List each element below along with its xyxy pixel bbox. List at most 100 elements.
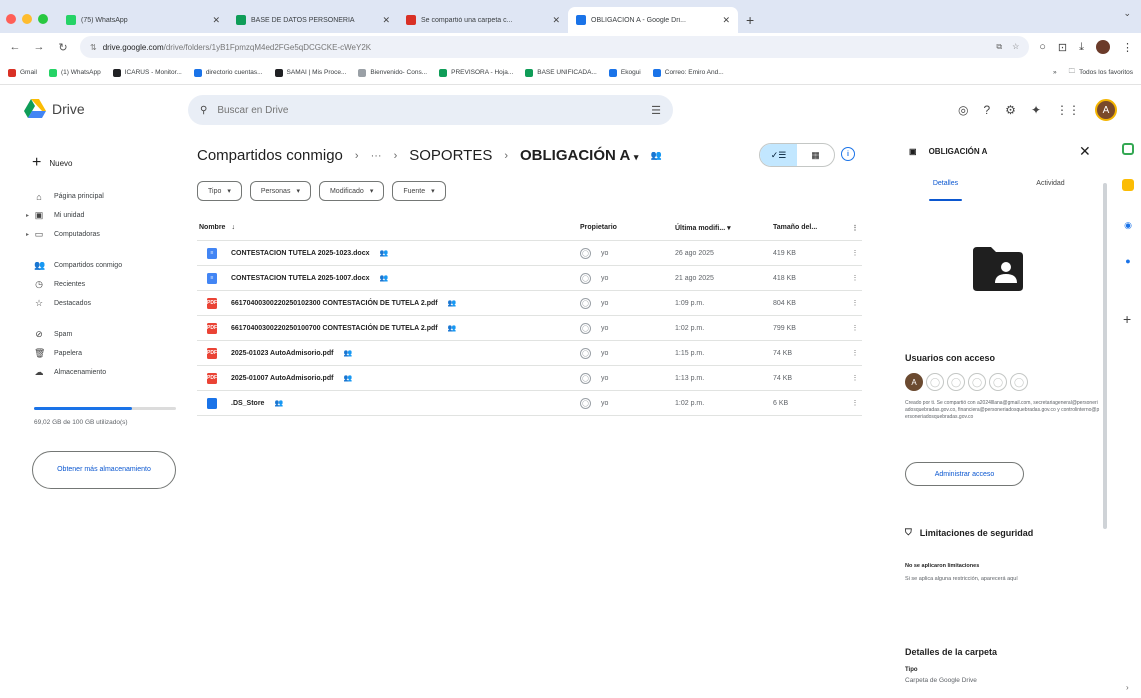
column-owner[interactable]: Propietario (580, 224, 675, 231)
table-row[interactable]: PDF 66170400300220250100700 CONTESTACIÓN… (197, 316, 862, 341)
bookmark-item[interactable]: PREVISORA - Hoja... (439, 68, 513, 77)
close-tab-icon[interactable]: ✕ (552, 15, 560, 26)
row-more-actions-icon[interactable]: ⋮ (848, 249, 862, 257)
sidebar-item-cloud[interactable]: ☁ Almacenamiento (0, 363, 185, 382)
column-more-icon[interactable]: ⋮ (848, 224, 862, 232)
details-info-icon[interactable]: i (841, 147, 855, 161)
tab-activity[interactable]: Actividad (998, 155, 1103, 195)
expand-caret-icon[interactable]: ▸ (26, 212, 29, 219)
file-name-cell[interactable]: PDF 2025-01023 AutoAdmisorio.pdf 👥 (197, 347, 580, 359)
table-row[interactable]: PDF 2025-01023 AutoAdmisorio.pdf 👥 ◯ yo … (197, 341, 862, 366)
bookmark-star-icon[interactable]: ☆ (1012, 42, 1019, 52)
row-more-actions-icon[interactable]: ⋮ (848, 324, 862, 332)
manage-access-button[interactable]: Administrar acceso (905, 462, 1024, 486)
filter-chip[interactable]: Personas ▾ (249, 181, 311, 201)
bookmark-item[interactable]: Bienvenido- Cons... (358, 68, 427, 77)
apps-grid-icon[interactable]: ⋮⋮ (1056, 103, 1080, 117)
sidebar-item-spam[interactable]: ⊘ Spam (0, 325, 185, 344)
settings-gear-icon[interactable]: ⚙ (1005, 103, 1016, 117)
translate-icon[interactable]: ⧉ (996, 42, 1002, 52)
close-tab-icon[interactable]: ✕ (722, 15, 730, 26)
sidebar-item-people[interactable]: 👥 Compartidos conmigo (0, 256, 185, 275)
filter-chip[interactable]: Fuente ▾ (392, 181, 446, 201)
row-more-actions-icon[interactable]: ⋮ (848, 274, 862, 282)
back-icon[interactable]: ← (8, 41, 22, 53)
drive-logo[interactable]: Drive (24, 99, 85, 119)
filter-chip[interactable]: Tipo ▾ (197, 181, 242, 201)
get-more-storage-button[interactable]: Obtener más almacenamiento (32, 451, 176, 489)
table-row[interactable]: .DS_Store 👥 ◯ yo 1:02 p.m. 6 KB ⋮ (197, 391, 862, 416)
extension-icon[interactable]: ○ (1039, 41, 1046, 53)
offline-status-icon[interactable]: ◎ (958, 103, 968, 117)
bookmarks-overflow-icon[interactable]: » (1053, 69, 1057, 76)
close-window-button[interactable] (6, 14, 16, 24)
breadcrumb-ellipsis[interactable]: ··· (371, 150, 382, 162)
filter-chip[interactable]: Modificado ▾ (318, 181, 385, 201)
file-name-cell[interactable]: PDF 66170400300220250102300 CONTESTACIÓN… (197, 297, 580, 309)
owner-avatar[interactable]: A (905, 373, 923, 391)
browser-tab[interactable]: (75) WhatsApp ✕ (58, 7, 228, 33)
search-bar[interactable]: ⚲ ☰ (188, 95, 673, 125)
url-omnibox[interactable]: ⇅ drive.google.com/drive/folders/1yB1Fpm… (80, 36, 1030, 58)
user-avatar-icon[interactable]: ◯ (989, 373, 1007, 391)
sidebar-item-star[interactable]: ☆ Destacados (0, 294, 185, 313)
list-view-button[interactable]: ✓☰ (760, 144, 797, 166)
file-name-cell[interactable]: PDF 66170400300220250100700 CONTESTACIÓN… (197, 322, 580, 334)
sort-arrow-icon[interactable]: ↓ (231, 224, 235, 231)
column-size[interactable]: Tamaño del... (773, 224, 848, 231)
download-icon[interactable]: ⤓ (1079, 41, 1084, 54)
search-icon[interactable]: ⚲ (200, 105, 207, 116)
panel-scrollbar[interactable] (1103, 183, 1107, 529)
contacts-app-icon[interactable]: ● (1122, 255, 1134, 267)
table-row[interactable]: ≡ CONTESTACION TUTELA 2025-1007.docx 👥 ◯… (197, 266, 862, 291)
user-avatar-icon[interactable]: ◯ (968, 373, 986, 391)
row-more-actions-icon[interactable]: ⋮ (848, 399, 862, 407)
file-name-cell[interactable]: PDF 2025-01007 AutoAdmisorio.pdf 👥 (197, 372, 580, 384)
breadcrumb-root[interactable]: Compartidos conmigo (197, 147, 343, 164)
search-input[interactable] (217, 104, 642, 116)
table-row[interactable]: PDF 2025-01007 AutoAdmisorio.pdf 👥 ◯ yo … (197, 366, 862, 391)
new-tab-button[interactable]: + (738, 7, 762, 33)
file-name-cell[interactable]: ≡ CONTESTACION TUTELA 2025-1007.docx 👥 (197, 272, 580, 284)
file-name-cell[interactable]: .DS_Store 👥 (197, 397, 580, 409)
sidebar-item-computer[interactable]: ▸ ▭ Computadoras (0, 225, 185, 244)
browser-tab[interactable]: OBLIGACIÓN A - Google Dri... ✕ (568, 7, 738, 33)
user-avatar-icon[interactable]: ◯ (947, 373, 965, 391)
table-row[interactable]: ≡ CONTESTACION TUTELA 2025-1023.docx 👥 ◯… (197, 241, 862, 266)
tasks-app-icon[interactable]: ◉ (1122, 219, 1134, 231)
calendar-app-icon[interactable] (1122, 143, 1134, 155)
row-more-actions-icon[interactable]: ⋮ (848, 299, 862, 307)
column-name[interactable]: Nombre ↓ (197, 224, 580, 231)
account-avatar[interactable]: A (1095, 99, 1117, 121)
sidebar-item-trash[interactable]: 🗑 Papelera (0, 344, 185, 363)
tab-details[interactable]: Detalles (893, 155, 998, 201)
browser-menu-icon[interactable]: ⋮ (1122, 41, 1133, 54)
minimize-window-button[interactable] (22, 14, 32, 24)
breadcrumb-middle[interactable]: SOPORTES (409, 147, 492, 164)
reload-icon[interactable]: ↻ (56, 41, 70, 54)
grid-view-button[interactable]: ▦ (797, 144, 834, 166)
keep-app-icon[interactable] (1122, 179, 1134, 191)
user-avatar-icon[interactable]: ◯ (926, 373, 944, 391)
gemini-sparkle-icon[interactable]: ✦ (1031, 103, 1041, 117)
table-row[interactable]: PDF 66170400300220250102300 CONTESTACIÓN… (197, 291, 862, 316)
bookmark-item[interactable]: SAMAI | Mis Proce... (274, 68, 346, 77)
expand-panel-icon[interactable]: › (1126, 683, 1129, 692)
add-app-icon[interactable]: + (1123, 311, 1131, 327)
close-tab-icon[interactable]: ✕ (212, 15, 220, 26)
bookmark-item[interactable]: (1) WhatsApp (48, 68, 101, 77)
tab-search-icon[interactable]: ⌄ (1123, 8, 1131, 19)
maximize-window-button[interactable] (38, 14, 48, 24)
sidebar-item-drive[interactable]: ▸ ▣ Mi unidad (0, 206, 185, 225)
site-info-icon[interactable]: ⇅ (90, 43, 97, 52)
new-button[interactable]: + Nuevo (24, 145, 96, 181)
browser-tab[interactable]: BASE DE DATOS PERSONERIA ✕ (228, 7, 398, 33)
access-avatars[interactable]: A ◯ ◯ ◯ ◯ ◯ (905, 373, 1028, 391)
bookmark-item[interactable]: ICARUS - Monitor... (112, 68, 182, 77)
bookmark-item[interactable]: Ekogui (608, 68, 641, 77)
close-tab-icon[interactable]: ✕ (382, 15, 390, 26)
row-more-actions-icon[interactable]: ⋮ (848, 349, 862, 357)
bookmark-item[interactable]: BASE UNIFICADA... (525, 68, 597, 77)
user-avatar-icon[interactable]: ◯ (1010, 373, 1028, 391)
sidebar-item-clock[interactable]: ◷ Recientes (0, 275, 185, 294)
